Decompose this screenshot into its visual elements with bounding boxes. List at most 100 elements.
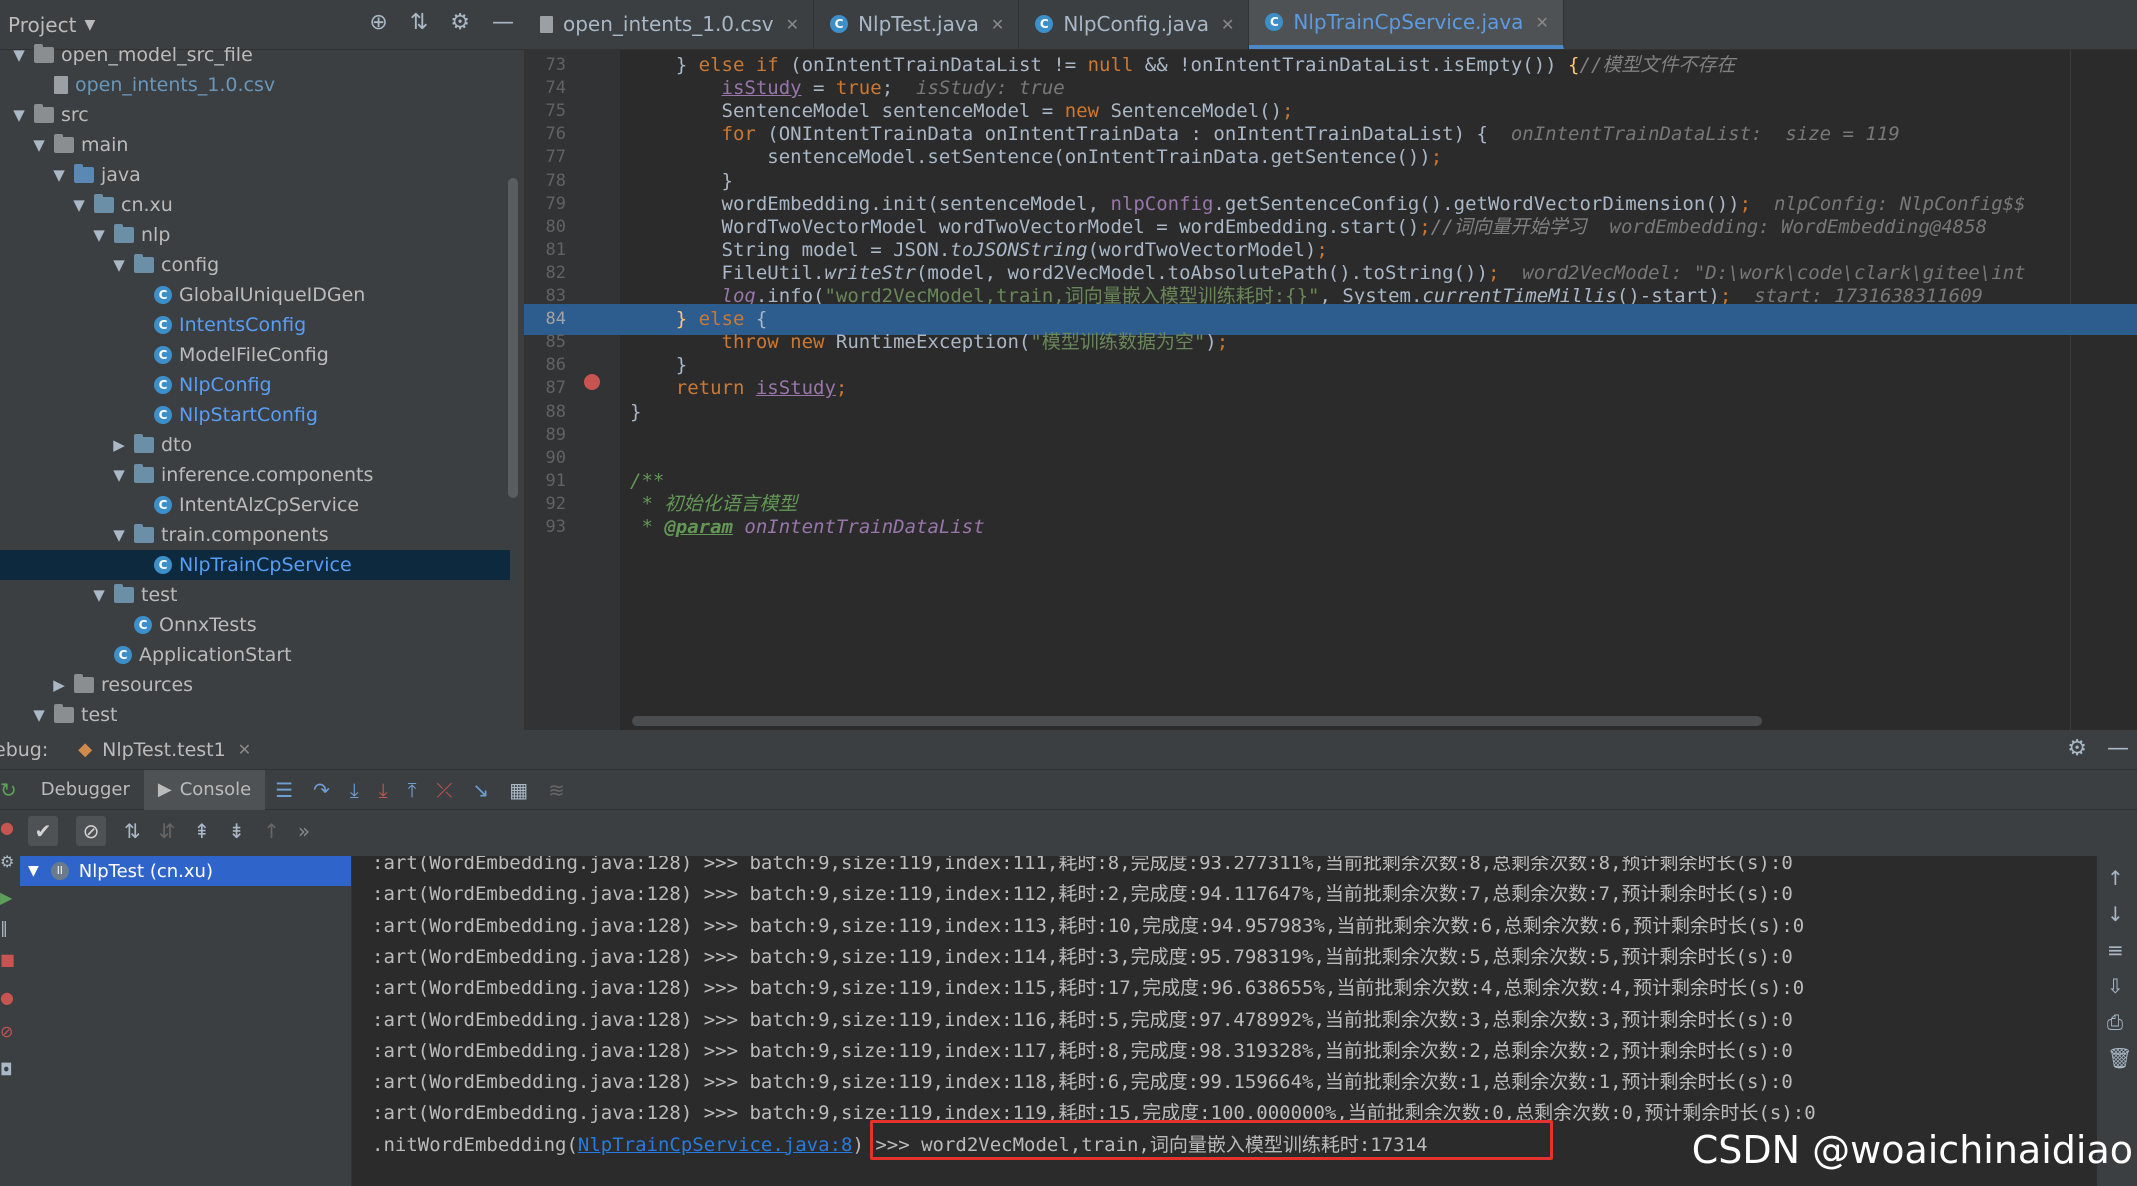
tree-item[interactable]: ▼ config: [0, 250, 510, 280]
settings-icon[interactable]: ⚙: [0, 852, 14, 871]
collapse-icon[interactable]: ⇅: [410, 10, 428, 35]
tree-item[interactable]: ▼ test: [0, 700, 510, 730]
code-line[interactable]: 93 * @param onIntentTrainDataList: [546, 512, 2137, 543]
trace-icon[interactable]: ≋: [548, 778, 565, 802]
chevron-down-icon[interactable]: ▼: [110, 526, 128, 544]
tree-item[interactable]: C OnnxTests: [0, 610, 510, 640]
collapse-all-icon[interactable]: ⇟: [228, 819, 245, 843]
evaluate-icon[interactable]: ▦: [509, 778, 528, 802]
trash-icon[interactable]: 🗑: [2107, 1046, 2132, 1070]
editor-tab[interactable]: C NlpTest.java ✕: [814, 0, 1020, 49]
project-scrollbar[interactable]: [508, 178, 518, 498]
soft-wrap-icon[interactable]: ≡: [2107, 938, 2124, 962]
expand-all-icon[interactable]: ⇞: [194, 819, 211, 843]
step-out-icon[interactable]: ⤒: [408, 778, 417, 802]
breakpoint-icon[interactable]: [584, 374, 600, 390]
tree-item[interactable]: ▼ main: [0, 130, 510, 160]
code-area[interactable]: 73 } else if (onIntentTrainDataList != n…: [524, 50, 2137, 730]
project-title[interactable]: Project: [8, 13, 76, 37]
chevron-down-icon[interactable]: ▼: [30, 706, 48, 724]
chevron-right-icon[interactable]: ▶: [110, 436, 128, 454]
chevron-down-icon[interactable]: ▼: [30, 136, 48, 154]
stop-icon[interactable]: ●: [0, 818, 14, 837]
tree-item[interactable]: ▶ dto: [0, 430, 510, 460]
chevron-down-icon[interactable]: ▼: [90, 226, 108, 244]
tree-item[interactable]: ▼ open_model_src_file: [0, 40, 510, 70]
force-step-into-icon[interactable]: ⤓: [379, 778, 388, 802]
editor-tab[interactable]: C NlpTrainCpService.java ✕: [1249, 0, 1564, 49]
chevron-down-icon[interactable]: ▼: [10, 106, 28, 124]
tree-item[interactable]: ▼ cn.xu: [0, 190, 510, 220]
close-icon[interactable]: ✕: [991, 15, 1004, 34]
locate-icon[interactable]: ⊕: [369, 10, 387, 35]
close-icon[interactable]: ✕: [1535, 13, 1548, 32]
stop-square-icon[interactable]: ■: [0, 950, 15, 969]
chevron-down-icon[interactable]: ▼: [28, 863, 39, 879]
tree-item[interactable]: C NlpTrainCpService: [0, 550, 510, 580]
chevron-down-icon[interactable]: ▼: [84, 17, 95, 33]
tree-item[interactable]: C IntentsConfig: [0, 310, 510, 340]
tree-item[interactable]: ▼ train.components: [0, 520, 510, 550]
tree-item[interactable]: C NlpStartConfig: [0, 400, 510, 430]
close-icon[interactable]: ✕: [786, 15, 799, 34]
editor-tab[interactable]: C NlpConfig.java ✕: [1019, 0, 1250, 49]
print-icon[interactable]: ⎙: [2107, 1010, 2123, 1034]
tree-item[interactable]: C IntentAlzCpService: [0, 490, 510, 520]
chevron-right-icon[interactable]: ▶: [50, 676, 68, 694]
chevron-down-icon[interactable]: ▼: [50, 166, 68, 184]
tree-item[interactable]: C ApplicationStart: [0, 640, 510, 670]
close-icon[interactable]: ✕: [238, 740, 251, 759]
tab-console[interactable]: ▶ Console: [143, 769, 266, 810]
editor-tab[interactable]: open_intents_1.0.csv ✕: [524, 0, 815, 49]
rerun-icon[interactable]: ↻: [0, 778, 17, 802]
editor-tabs: open_intents_1.0.csv ✕ C NlpTest.java ✕ C NlpC…: [524, 0, 2137, 50]
frame-row[interactable]: ▼ ll NlpTest (cn.xu): [20, 856, 351, 886]
tree-item[interactable]: ▼ inference.components: [0, 460, 510, 490]
tree-item[interactable]: ▼ nlp: [0, 220, 510, 250]
scroll-end-icon[interactable]: ⇩: [2107, 974, 2124, 998]
tree-item[interactable]: ▶ resources: [0, 670, 510, 700]
debug-session-tab[interactable]: ◆ NlpTest.test1 ✕: [78, 739, 251, 761]
arrow-up-icon[interactable]: ↑: [2107, 866, 2124, 890]
minimize-icon[interactable]: —: [492, 10, 514, 35]
pause-icon[interactable]: ‖: [0, 918, 8, 937]
ban-icon[interactable]: ⊘: [76, 816, 106, 846]
tree-item[interactable]: ▼ src: [0, 100, 510, 130]
more-icon[interactable]: »: [298, 819, 310, 843]
close-icon[interactable]: ✕: [1221, 15, 1234, 34]
sort-icon[interactable]: ⇅: [124, 819, 141, 843]
tree-item[interactable]: ▼ java: [0, 160, 510, 190]
tree-item[interactable]: open_intents_1.0.csv: [0, 70, 510, 100]
sort-alt-icon[interactable]: ⇵: [159, 819, 176, 843]
mute-breakpoints-icon[interactable]: ⊘: [0, 1022, 13, 1041]
chevron-down-icon[interactable]: ▼: [110, 256, 128, 274]
step-over-icon[interactable]: ↷: [313, 778, 330, 802]
check-icon[interactable]: ✔: [28, 816, 58, 846]
chevron-down-icon[interactable]: ▼: [110, 466, 128, 484]
minimize-icon[interactable]: —: [2107, 736, 2129, 761]
chevron-down-icon[interactable]: ▼: [70, 196, 88, 214]
tree-item[interactable]: C GlobalUniqueIDGen: [0, 280, 510, 310]
breakpoints-icon[interactable]: ●: [0, 988, 14, 1007]
menu-icon[interactable]: ☰: [275, 778, 293, 802]
resume-icon[interactable]: ▶: [0, 888, 12, 907]
gear-icon[interactable]: ⚙: [450, 10, 470, 35]
console-icon: ▶: [157, 779, 172, 800]
tree-item[interactable]: C NlpConfig: [0, 370, 510, 400]
camera-icon[interactable]: ◘: [0, 1060, 13, 1079]
tree-item-label: resources: [101, 674, 194, 696]
chevron-down-icon[interactable]: ▼: [10, 46, 28, 64]
editor-horizontal-scrollbar[interactable]: [632, 716, 1762, 726]
run-to-cursor-icon[interactable]: ↘: [472, 778, 489, 802]
tree-item[interactable]: C ModelFileConfig: [0, 340, 510, 370]
step-into-icon[interactable]: ⤓: [350, 778, 359, 802]
drop-frame-icon[interactable]: ⤫: [436, 778, 452, 802]
arrow-down-icon[interactable]: ↓: [2107, 902, 2124, 926]
arrow-up-icon[interactable]: ↑: [263, 819, 280, 843]
tree-item-label: open_intents_1.0.csv: [75, 74, 276, 96]
console-source-link[interactable]: NlpTrainCpService.java:8: [578, 1134, 853, 1156]
chevron-down-icon[interactable]: ▼: [90, 586, 108, 604]
tree-item[interactable]: ▼ test: [0, 580, 510, 610]
tab-debugger[interactable]: Debugger: [27, 770, 144, 810]
gear-icon[interactable]: ⚙: [2067, 736, 2087, 761]
